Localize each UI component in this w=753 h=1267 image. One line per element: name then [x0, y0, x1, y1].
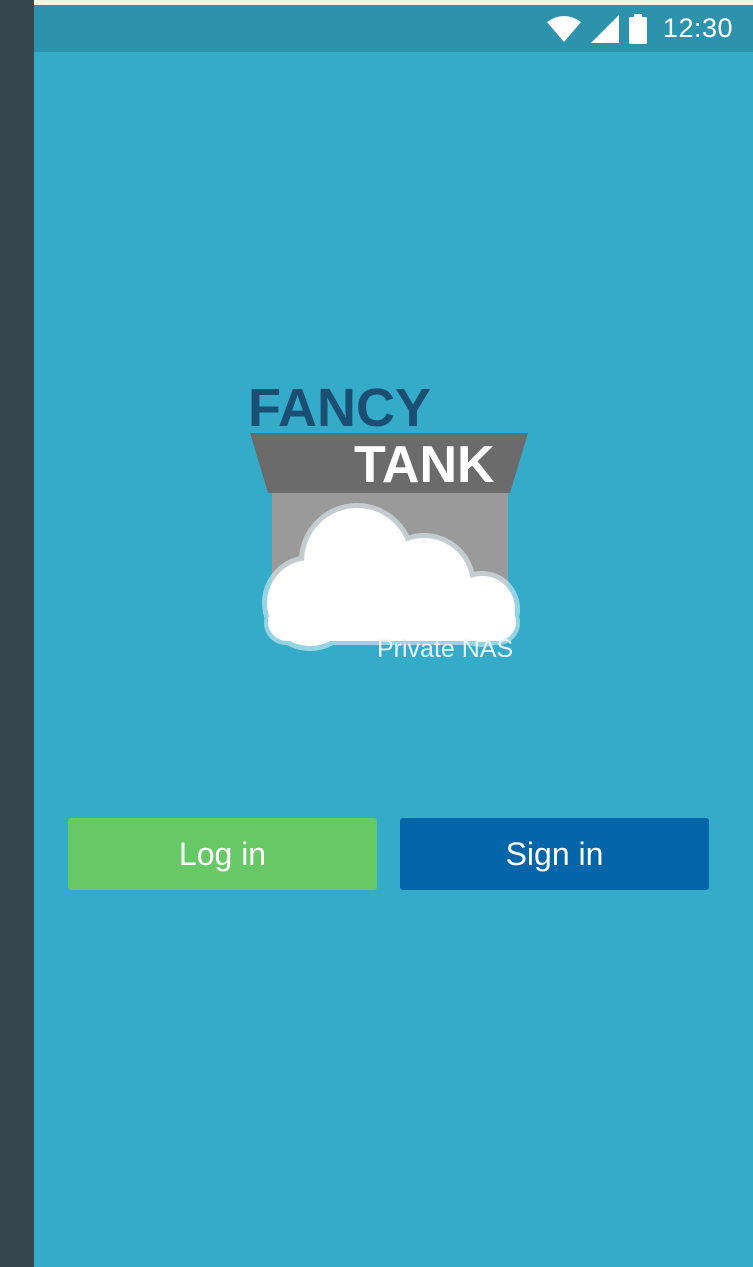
logo-tagline: Private NAS — [377, 635, 514, 663]
status-bar: 12:30 — [34, 5, 753, 52]
battery-icon — [628, 13, 647, 44]
logo-text-tank: TANK — [354, 436, 495, 494]
device-frame-left — [0, 0, 34, 1267]
signin-button[interactable]: Sign in — [400, 818, 709, 890]
login-button[interactable]: Log in — [68, 818, 377, 890]
status-time: 12:30 — [662, 13, 733, 43]
app-screen: 12:30 FANCY TANK Private NAS Log in Sign… — [34, 5, 753, 1267]
logo-text-fancy: FANCY — [248, 378, 432, 438]
signal-icon — [590, 14, 619, 43]
wifi-icon — [546, 15, 581, 42]
fancy-tank-logo: FANCY TANK Private NAS — [244, 375, 544, 675]
status-icons: 12:30 — [546, 5, 733, 52]
